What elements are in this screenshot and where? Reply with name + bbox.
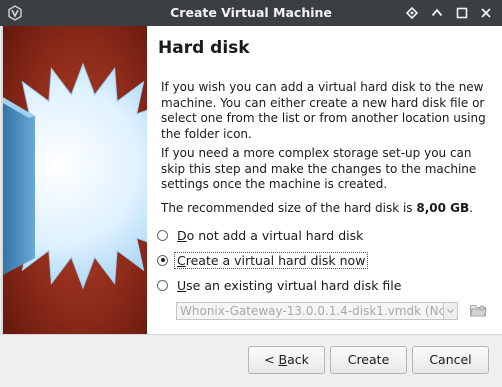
close-icon[interactable] [478,5,494,21]
option-existing-disk-label: Use an existing virtual hard disk file [175,278,403,293]
radio-create-disk[interactable] [157,254,168,266]
window-title: Create Virtual Machine [170,5,332,20]
cancel-button[interactable]: Cancel [412,346,489,374]
description-paragraph: If you wish you can add a virtual hard d… [161,80,486,141]
recommended-size-text: The recommended size of the hard disk is… [161,201,497,217]
folder-icon[interactable] [469,302,487,318]
option-existing-disk[interactable]: Use an existing virtual hard disk file [157,276,403,294]
option-no-disk-label: Do not add a virtual hard disk [175,228,365,243]
create-button[interactable]: Create [330,346,407,374]
recommended-size-suffix: . [469,201,473,215]
option-no-disk-text: o not add a virtual hard disk [186,227,364,243]
storage-hint-paragraph: If you need a more complex storage set-u… [161,146,477,191]
existing-disk-select-value: Whonix-Gateway-13.0.0.1.4-disk1.vmdk (Nc [180,304,446,318]
option-no-disk-hotkey: D [177,227,187,243]
wizard-starburst-image [1,26,147,334]
dialog-client: Hard disk If you wish you can add a virt… [0,26,502,387]
option-no-disk[interactable]: Do not add a virtual hard disk [157,226,365,244]
back-button[interactable]: < Back [248,346,325,374]
pin-icon[interactable] [404,5,420,21]
maximize-icon[interactable] [454,5,470,21]
option-existing-disk-hotkey: U [177,277,187,293]
existing-disk-select[interactable]: Whonix-Gateway-13.0.0.1.4-disk1.vmdk (Nc [176,302,458,320]
page-title: Hard disk [158,38,250,58]
chevron-down-icon [447,309,454,314]
radio-no-disk[interactable] [157,229,168,241]
back-button-hotkey: B [278,352,288,367]
option-create-disk-text: reate a virtual hard disk now [185,252,366,268]
recommended-size-prefix: The recommended size of the hard disk is [161,201,417,215]
recommended-size-value: 8,00 GB [416,201,470,215]
option-create-disk-hotkey: C [177,252,186,268]
title-bar: Create Virtual Machine [0,0,502,26]
option-create-disk-label: Create a virtual hard disk now [173,251,369,269]
keep-above-icon[interactable] [429,5,445,21]
dropdown-arrow[interactable] [443,303,457,319]
back-button-prefix: < [264,352,279,367]
back-button-text: ack [287,352,309,367]
option-existing-disk-text: se an existing virtual hard disk file [186,277,402,293]
button-separator [0,334,502,335]
option-create-disk[interactable]: Create a virtual hard disk now [157,251,369,269]
radio-existing-disk[interactable] [157,279,168,291]
page-content: Hard disk If you wish you can add a virt… [147,26,502,334]
